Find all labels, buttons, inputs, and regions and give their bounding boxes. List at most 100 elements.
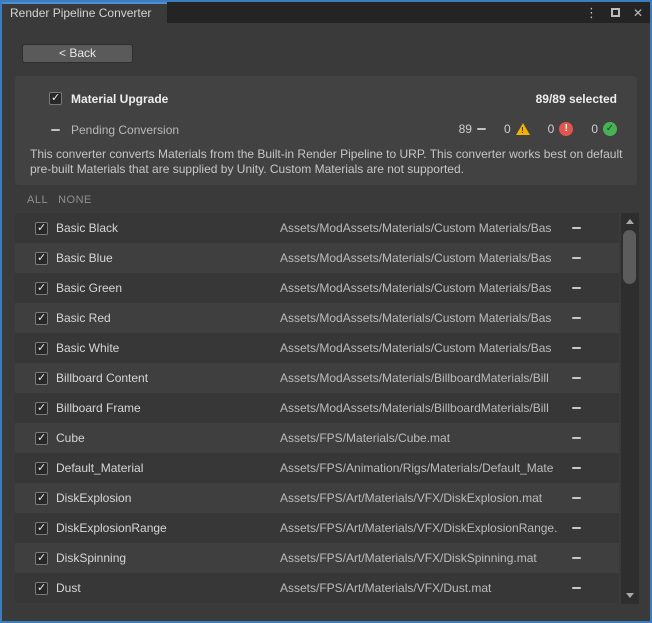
- list-item[interactable]: ✓ Basic Blue Assets/ModAssets/Materials/…: [15, 243, 619, 273]
- item-checkbox[interactable]: ✓: [35, 282, 48, 295]
- item-path: Assets/ModAssets/Materials/Custom Materi…: [280, 311, 564, 325]
- item-pending-icon: [572, 557, 581, 559]
- check-icon: ✓: [37, 372, 46, 385]
- render-pipeline-converter-window: Render Pipeline Converter ⋮ ✕ < Back ✓ M…: [0, 0, 652, 623]
- list-item[interactable]: ✓ DiskExplosionRange Assets/FPS/Art/Mate…: [15, 513, 619, 543]
- item-checkbox[interactable]: ✓: [35, 222, 48, 235]
- list-item[interactable]: ✓ Default_Material Assets/FPS/Animation/…: [15, 453, 619, 483]
- item-pending-icon: [572, 527, 581, 529]
- check-icon: ✓: [37, 282, 46, 295]
- success-count: 0: [591, 122, 598, 136]
- list-item[interactable]: ✓ Billboard Frame Assets/ModAssets/Mater…: [15, 393, 619, 423]
- window-title: Render Pipeline Converter: [10, 6, 151, 20]
- item-path: Assets/FPS/Art/Materials/VFX/DiskExplosi…: [280, 521, 564, 535]
- success-icon: ✓: [603, 122, 617, 136]
- pending-stats: 89 0 ! 0 ! 0 ✓: [459, 122, 617, 136]
- list-item[interactable]: ✓ Basic White Assets/ModAssets/Materials…: [15, 333, 619, 363]
- list-item[interactable]: ✓ Cube Assets/FPS/Materials/Cube.mat: [15, 423, 619, 453]
- item-pending-icon: [572, 257, 581, 259]
- conversion-list: ✓ Basic Black Assets/ModAssets/Materials…: [15, 213, 619, 604]
- check-icon: ✓: [37, 402, 46, 415]
- item-name: DiskSpinning: [56, 551, 280, 565]
- list-item[interactable]: ✓ Basic Red Assets/ModAssets/Materials/C…: [15, 303, 619, 333]
- error-icon: !: [559, 122, 573, 136]
- window-menu-icon[interactable]: ⋮: [585, 6, 598, 19]
- scroll-up-icon[interactable]: [626, 219, 634, 224]
- item-checkbox[interactable]: ✓: [35, 492, 48, 505]
- list-item[interactable]: ✓ Basic Green Assets/ModAssets/Materials…: [15, 273, 619, 303]
- item-checkbox[interactable]: ✓: [35, 372, 48, 385]
- item-pending-icon: [572, 227, 581, 229]
- scroll-down-icon[interactable]: [626, 593, 634, 598]
- error-count: 0: [548, 122, 555, 136]
- item-path: Assets/ModAssets/Materials/Custom Materi…: [280, 251, 564, 265]
- check-icon: ✓: [37, 522, 46, 535]
- item-path: Assets/FPS/Animation/Rigs/Materials/Defa…: [280, 461, 564, 475]
- check-icon: ✓: [37, 312, 46, 325]
- item-path: Assets/ModAssets/Materials/Custom Materi…: [280, 341, 564, 355]
- item-path: Assets/FPS/Art/Materials/VFX/DiskExplosi…: [280, 491, 564, 505]
- back-button[interactable]: < Back: [22, 44, 133, 63]
- item-path: Assets/FPS/Materials/Cube.mat: [280, 431, 564, 445]
- close-icon[interactable]: ✕: [633, 7, 643, 19]
- item-path: Assets/ModAssets/Materials/BillboardMate…: [280, 401, 564, 415]
- check-icon: ✓: [37, 342, 46, 355]
- item-path: Assets/FPS/Art/Materials/VFX/DiskSpinnin…: [280, 551, 564, 565]
- check-icon: ✓: [37, 582, 46, 595]
- converter-name: Material Upgrade: [71, 92, 168, 106]
- item-name: Default_Material: [56, 461, 280, 475]
- item-checkbox[interactable]: ✓: [35, 462, 48, 475]
- item-pending-icon: [572, 377, 581, 379]
- item-name: Basic Green: [56, 281, 280, 295]
- maximize-icon[interactable]: [611, 8, 620, 17]
- converter-description: This converter converts Materials from t…: [30, 147, 623, 177]
- pending-total: 89: [459, 122, 472, 136]
- list-item[interactable]: ✓ DiskExplosion Assets/FPS/Art/Materials…: [15, 483, 619, 513]
- item-checkbox[interactable]: ✓: [35, 312, 48, 325]
- check-icon: ✓: [37, 552, 46, 565]
- list-item[interactable]: ✓ Billboard Content Assets/ModAssets/Mat…: [15, 363, 619, 393]
- item-pending-icon: [572, 317, 581, 319]
- item-checkbox[interactable]: ✓: [35, 342, 48, 355]
- pending-total-dash-icon: [477, 128, 486, 130]
- item-name: Dust: [56, 581, 280, 595]
- window-tab[interactable]: Render Pipeline Converter: [2, 2, 167, 23]
- item-name: Basic Black: [56, 221, 280, 235]
- item-pending-icon: [572, 587, 581, 589]
- item-name: Billboard Frame: [56, 401, 280, 415]
- scrollbar-thumb[interactable]: [623, 230, 636, 284]
- pending-dash-icon: [51, 129, 60, 131]
- item-name: Basic White: [56, 341, 280, 355]
- select-all-button[interactable]: ALL: [27, 194, 48, 206]
- converter-checkbox[interactable]: ✓: [49, 92, 62, 105]
- item-name: Billboard Content: [56, 371, 280, 385]
- list-item[interactable]: ✓ DiskSpinning Assets/FPS/Art/Materials/…: [15, 543, 619, 573]
- item-path: Assets/FPS/Art/Materials/VFX/Dust.mat: [280, 581, 564, 595]
- item-checkbox[interactable]: ✓: [35, 402, 48, 415]
- item-checkbox[interactable]: ✓: [35, 432, 48, 445]
- item-name: Cube: [56, 431, 280, 445]
- item-name: Basic Blue: [56, 251, 280, 265]
- list-item[interactable]: ✓ Dust Assets/FPS/Art/Materials/VFX/Dust…: [15, 573, 619, 603]
- item-pending-icon: [572, 497, 581, 499]
- list-scrollbar[interactable]: [621, 213, 639, 604]
- check-icon: ✓: [51, 92, 60, 105]
- warning-icon: !: [516, 123, 530, 135]
- item-checkbox[interactable]: ✓: [35, 582, 48, 595]
- item-name: DiskExplosion: [56, 491, 280, 505]
- item-pending-icon: [572, 287, 581, 289]
- warning-count: 0: [504, 122, 511, 136]
- item-checkbox[interactable]: ✓: [35, 252, 48, 265]
- item-pending-icon: [572, 407, 581, 409]
- item-pending-icon: [572, 467, 581, 469]
- item-path: Assets/ModAssets/Materials/BillboardMate…: [280, 371, 564, 385]
- item-name: DiskExplosionRange: [56, 521, 280, 535]
- item-checkbox[interactable]: ✓: [35, 522, 48, 535]
- check-icon: ✓: [37, 252, 46, 265]
- check-icon: ✓: [37, 492, 46, 505]
- item-checkbox[interactable]: ✓: [35, 552, 48, 565]
- list-item[interactable]: ✓ Basic Black Assets/ModAssets/Materials…: [15, 213, 619, 243]
- check-icon: ✓: [37, 432, 46, 445]
- item-pending-icon: [572, 437, 581, 439]
- select-none-button[interactable]: NONE: [58, 194, 92, 206]
